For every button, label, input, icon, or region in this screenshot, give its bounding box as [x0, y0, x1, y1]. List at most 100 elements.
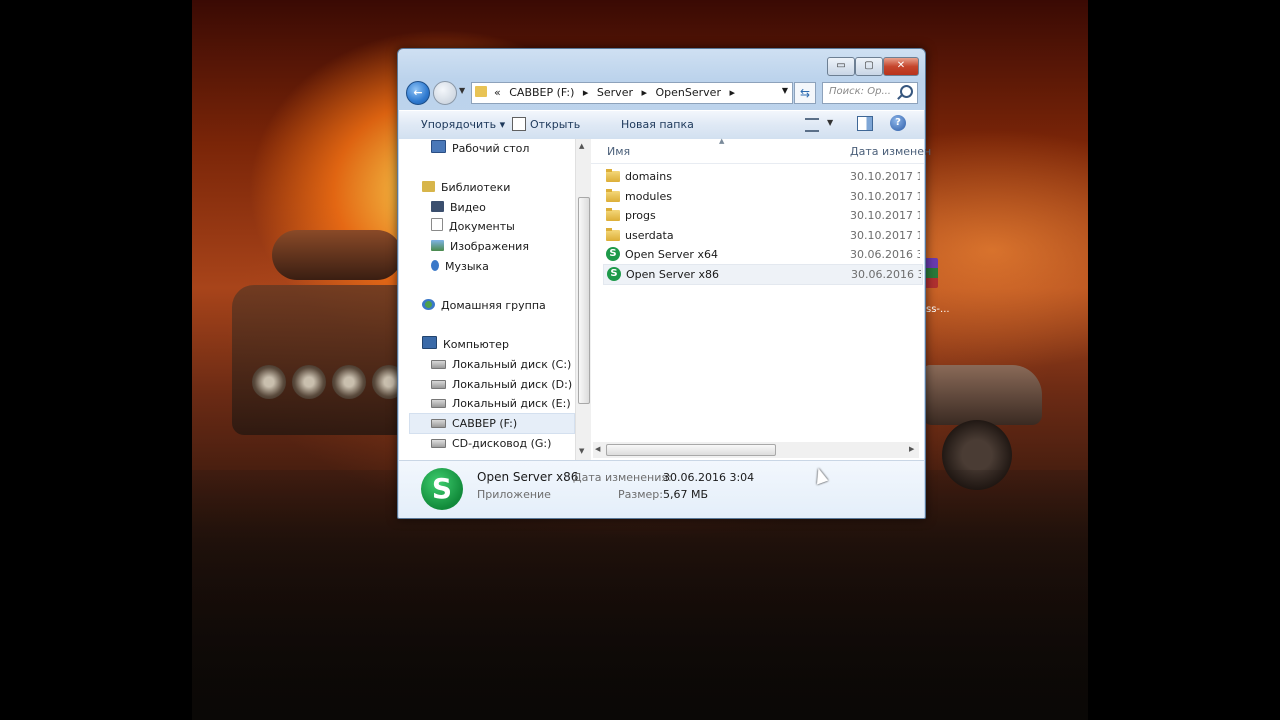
sort-arrow-icon: ▲	[719, 137, 725, 145]
back-button[interactable]: ←	[406, 81, 430, 105]
sidebar-item-label: Музыка	[445, 260, 489, 273]
drive-icon	[431, 360, 446, 369]
horizontal-scrollbar[interactable]: ◀ ▶	[593, 442, 919, 458]
scroll-up-arrow-icon[interactable]: ▲	[579, 142, 584, 150]
search-placeholder: Поиск: Op...	[829, 86, 891, 97]
sidebar-item-label: CD-дисковод (G:)	[452, 437, 552, 450]
sidebar-item-documents[interactable]: Документы	[431, 217, 515, 236]
sidebar-item-homegroup[interactable]: Домашняя группа	[422, 296, 546, 315]
new-folder-button[interactable]: Новая папка	[621, 118, 694, 131]
sidebar-item-label: Домашняя группа	[441, 299, 546, 312]
file-row-domains[interactable]: domains 30.10.2017 11:	[603, 167, 921, 186]
details-file-name: Open Server x86	[477, 470, 579, 484]
navigation-scrollbar[interactable]: ▲ ▼	[575, 139, 591, 460]
open-server-icon: S	[607, 267, 621, 281]
maximize-button[interactable]: ▢	[855, 57, 883, 76]
sidebar-item-drive-d[interactable]: Локальный диск (D:)	[431, 375, 572, 394]
file-row-open-server-x64[interactable]: S Open Server x64 30.06.2016 3:0	[603, 245, 921, 264]
details-pane: S Open Server x86 Приложение Дата измене…	[399, 460, 924, 518]
details-modified-label: Дата изменения:	[573, 471, 672, 484]
recent-pages-dropdown[interactable]: ▼	[459, 86, 465, 95]
scroll-left-arrow-icon[interactable]: ◀	[595, 445, 600, 453]
open-label: Открыть	[530, 118, 581, 131]
sidebar-item-drive-c[interactable]: Локальный диск (C:)	[431, 355, 571, 374]
breadcrumb-separator[interactable]: ▸	[729, 86, 735, 99]
details-size-value: 5,67 МБ	[663, 488, 709, 501]
file-row-progs[interactable]: progs 30.10.2017 11:	[603, 206, 921, 225]
breadcrumb-item[interactable]: Server	[597, 86, 633, 99]
view-dropdown[interactable]: ▼	[827, 118, 833, 127]
file-row-open-server-x86[interactable]: S Open Server x86 30.06.2016 3:0	[603, 264, 923, 285]
breadcrumb-item[interactable]: САВВЕР (F:)	[509, 86, 574, 99]
sidebar-item-label: Локальный диск (C:)	[452, 358, 572, 371]
scroll-down-arrow-icon[interactable]: ▼	[579, 447, 584, 455]
sidebar-item-drive-e[interactable]: Локальный диск (E:)	[431, 394, 571, 413]
search-icon	[900, 85, 913, 98]
sidebar-item-label: Компьютер	[443, 338, 509, 351]
scrollbar-thumb[interactable]	[578, 197, 590, 404]
organize-button[interactable]: Упорядочить ▾	[421, 118, 505, 131]
sidebar-item-drive-f[interactable]: САВВЕР (F:)	[409, 413, 575, 434]
breadcrumb-separator[interactable]: ▸	[641, 86, 647, 99]
forward-button[interactable]	[433, 81, 457, 105]
scrollbar-thumb[interactable]	[606, 444, 776, 456]
file-name: domains	[625, 170, 672, 183]
address-bar[interactable]: « САВВЕР (F:) ▸ Server ▸ OpenServer ▸ ▼	[471, 82, 793, 104]
file-date: 30.06.2016 3:0	[851, 268, 921, 281]
breadcrumb-item[interactable]: OpenServer	[656, 86, 721, 99]
scroll-right-arrow-icon[interactable]: ▶	[909, 445, 914, 453]
sidebar-item-label: Библиотеки	[441, 181, 511, 194]
cd-drive-icon	[431, 439, 446, 448]
file-name: Open Server x64	[625, 248, 718, 261]
file-row-userdata[interactable]: userdata 30.10.2017 11:	[603, 226, 921, 245]
file-name: progs	[625, 209, 656, 222]
details-size-label: Размер:	[618, 488, 663, 501]
sidebar-item-desktop[interactable]: Рабочий стол	[431, 139, 529, 158]
documents-icon	[431, 218, 443, 231]
search-input[interactable]: Поиск: Op...	[822, 82, 918, 104]
close-button[interactable]: ✕	[883, 57, 919, 76]
sidebar-item-label: Рабочий стол	[452, 142, 530, 155]
sidebar-item-computer[interactable]: Компьютер	[422, 335, 509, 354]
homegroup-icon	[422, 299, 435, 310]
column-header-name[interactable]: Имя	[607, 145, 630, 158]
preview-pane-icon[interactable]	[857, 116, 873, 131]
refresh-button[interactable]: ⇆	[794, 82, 816, 104]
sidebar-item-label: Документы	[449, 220, 515, 233]
desktop-icon	[431, 140, 446, 153]
file-date: 30.10.2017 11:	[850, 170, 920, 183]
help-icon[interactable]: ?	[890, 115, 906, 131]
winrar-archive-icon[interactable]	[924, 258, 938, 288]
sidebar-item-cd-drive-g[interactable]: CD-дисковод (G:)	[431, 434, 551, 453]
tank-wheel-art	[252, 365, 286, 399]
refresh-icon: ⇆	[799, 86, 811, 100]
sidebar-item-libraries[interactable]: Библиотеки	[422, 178, 510, 197]
explorer-window: ▭ ▢ ✕ ← ▼ « САВВЕР (F:) ▸ Server ▸ OpenS…	[397, 48, 931, 519]
sidebar-item-label: Локальный диск (D:)	[452, 378, 573, 391]
sidebar-item-images[interactable]: Изображения	[431, 237, 529, 256]
column-header-date[interactable]: Дата изменен	[850, 145, 931, 158]
file-date: 30.06.2016 3:0	[850, 248, 920, 261]
tank-wheel-art	[332, 365, 366, 399]
sidebar-item-label: Видео	[450, 201, 486, 214]
navigation-pane: Рабочий стол Библиотеки Видео Документы …	[399, 139, 575, 460]
address-dropdown[interactable]: ▼	[782, 86, 788, 95]
details-file-type: Приложение	[477, 488, 551, 501]
sidebar-item-music[interactable]: Музыка	[431, 257, 489, 276]
sidebar-item-video[interactable]: Видео	[431, 198, 486, 217]
breadcrumb-overflow[interactable]: «	[494, 86, 501, 99]
file-row-modules[interactable]: modules 30.10.2017 11:	[603, 187, 921, 206]
minimize-button[interactable]: ▭	[827, 57, 855, 76]
sidebar-item-label: Локальный диск (E:)	[452, 397, 571, 410]
open-server-icon: S	[421, 468, 463, 510]
details-modified-value: 30.06.2016 3:04	[663, 471, 755, 484]
change-view-icon[interactable]	[805, 118, 819, 132]
tank-barrel-art	[272, 230, 402, 280]
breadcrumb-separator[interactable]: ▸	[583, 86, 589, 99]
open-button[interactable]: Открыть	[512, 117, 581, 131]
open-icon	[512, 117, 526, 131]
tank-wheel-art	[292, 365, 326, 399]
video-icon	[431, 201, 444, 212]
breadcrumb: « САВВЕР (F:) ▸ Server ▸ OpenServer ▸	[494, 86, 740, 99]
desktop-icon-label[interactable]: ss-...	[926, 304, 950, 315]
